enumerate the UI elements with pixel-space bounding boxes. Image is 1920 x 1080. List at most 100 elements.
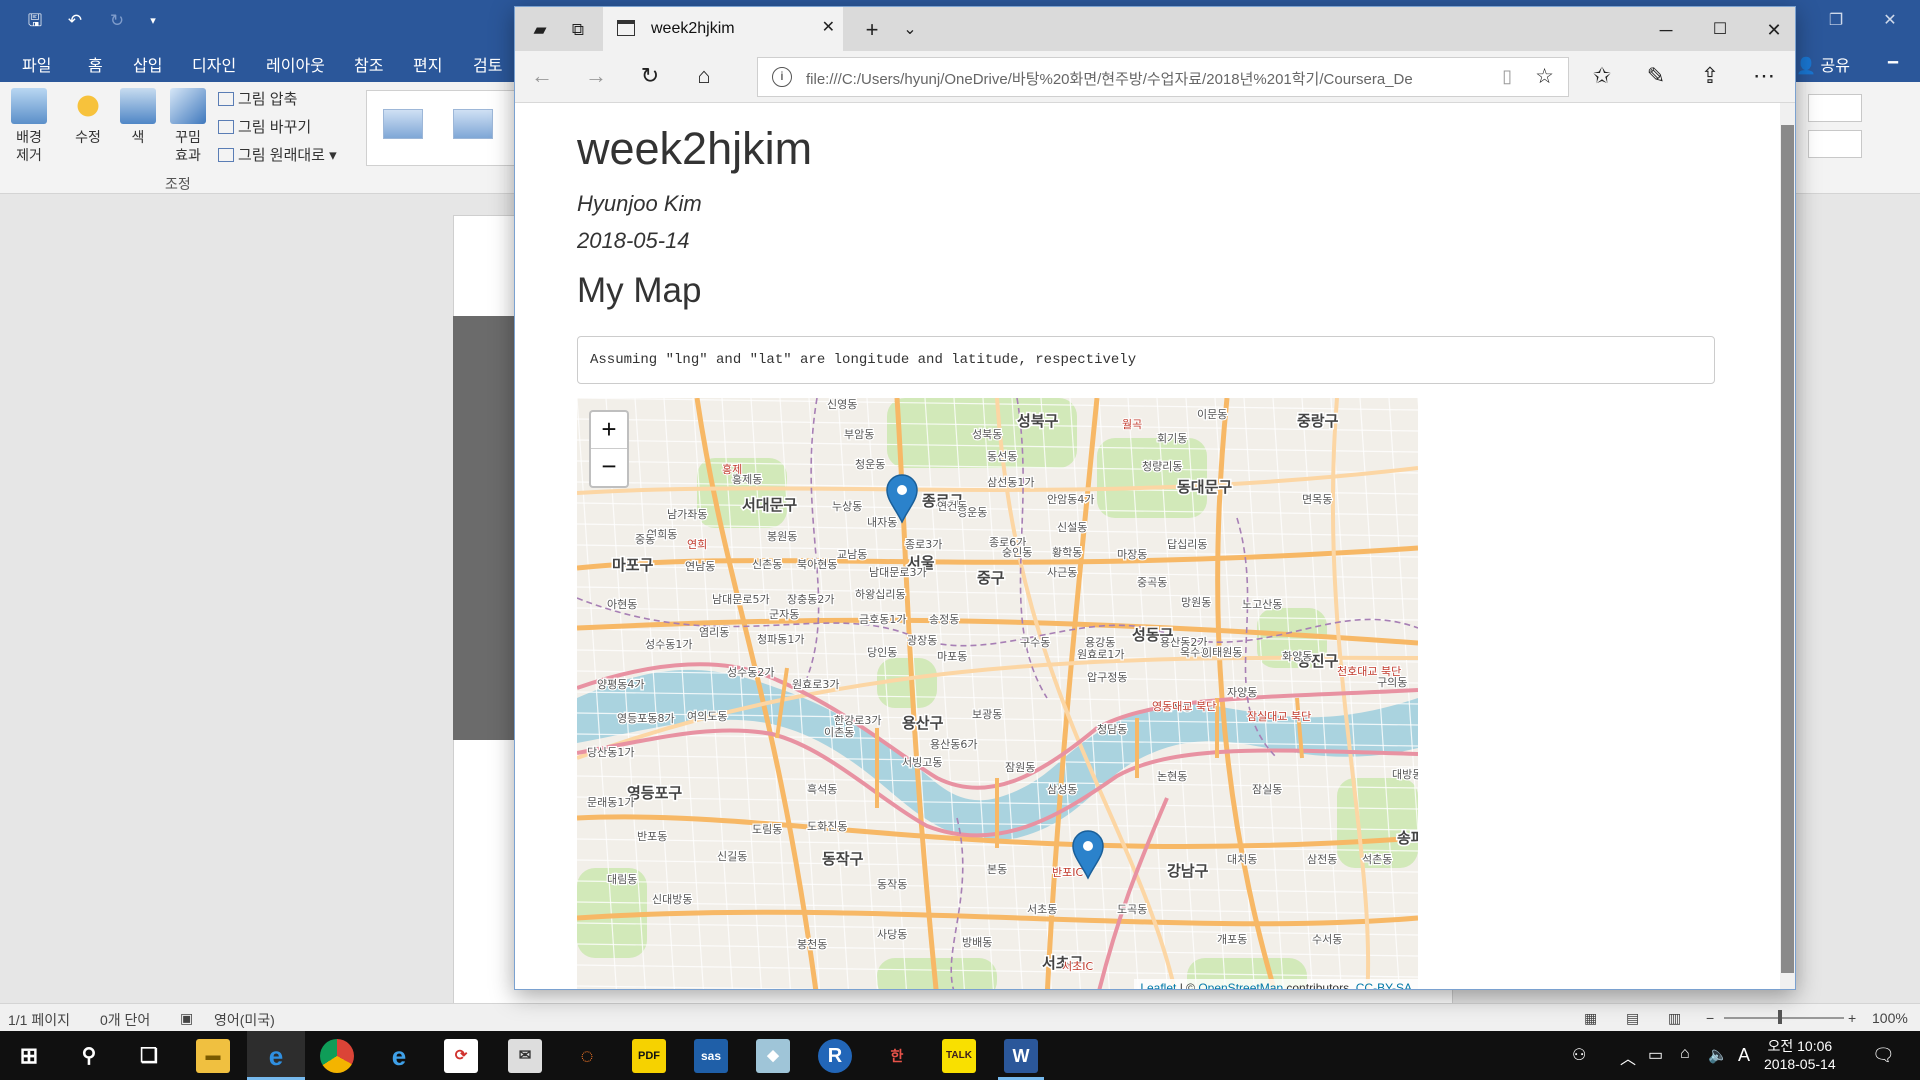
clock[interactable]: 오전 10:06 2018-05-14: [1764, 1037, 1836, 1073]
openstreetmap-link[interactable]: OpenStreetMap: [1198, 981, 1283, 989]
page-count[interactable]: 1/1 페이지: [8, 1010, 70, 1030]
task-view-icon[interactable]: ❏: [132, 1039, 166, 1073]
tab-review[interactable]: 검토: [473, 52, 502, 76]
share-button[interactable]: 👤 공유: [1796, 52, 1850, 76]
read-mode-icon[interactable]: ▦: [1584, 1010, 1597, 1027]
maximize-icon[interactable]: ☐: [1701, 11, 1739, 49]
picture-styles-gallery[interactable]: [366, 90, 516, 166]
color-button[interactable]: 색: [118, 88, 158, 146]
scrollbar-thumb[interactable]: [1781, 125, 1794, 973]
zoom-level[interactable]: 100%: [1872, 1010, 1908, 1026]
neighborhood-label: 중곡동: [1137, 576, 1167, 589]
width-field[interactable]: [1808, 130, 1862, 158]
hwp-icon[interactable]: 한: [880, 1039, 914, 1073]
set-aside-tabs-icon[interactable]: ⧉: [559, 11, 597, 49]
compress-pictures-button[interactable]: 그림 압축: [218, 88, 297, 109]
jupyter-icon[interactable]: ◌: [570, 1039, 604, 1073]
inserted-screenshot-image[interactable]: [453, 316, 519, 740]
pdf-app-icon[interactable]: PDF: [632, 1039, 666, 1073]
battery-icon[interactable]: ▭: [1648, 1045, 1663, 1065]
search-icon[interactable]: ⚲: [72, 1039, 106, 1073]
back-arrow-icon[interactable]: ←: [523, 57, 561, 95]
close-window-icon[interactable]: ✕: [1755, 11, 1793, 49]
print-layout-icon[interactable]: ▤: [1626, 1010, 1639, 1027]
web-layout-icon[interactable]: ▥: [1668, 1010, 1681, 1027]
file-explorer-icon[interactable]: ▬: [196, 1039, 230, 1073]
reading-view-icon[interactable]: ▯: [1502, 66, 1512, 87]
home-icon[interactable]: ⌂: [685, 57, 723, 95]
artistic-effects-button[interactable]: 꾸밈 효과: [166, 88, 210, 164]
more-menu-icon[interactable]: ⋯: [1745, 57, 1783, 95]
proofing-icon[interactable]: ▣: [180, 1010, 193, 1027]
tab-references[interactable]: 참조: [354, 52, 383, 76]
address-field[interactable]: i file:///C:/Users/hyunj/OneDrive/바탕%20화…: [757, 57, 1569, 97]
edge-icon[interactable]: e: [259, 1039, 293, 1073]
tab-design[interactable]: 디자인: [192, 52, 236, 76]
map-marker[interactable]: [1071, 830, 1105, 880]
language-label[interactable]: 영어(미국): [214, 1010, 275, 1030]
picture-style-thumb[interactable]: [383, 109, 423, 139]
map-tiles[interactable]: 성북구 중랑구동대문구서대문구 종로구마포구 서울중구성동구광진구용산구영등포구동작구…: [577, 398, 1418, 989]
people-icon[interactable]: ⚇: [1572, 1045, 1586, 1065]
share-icon[interactable]: ⇪: [1691, 57, 1729, 95]
info-icon[interactable]: i: [772, 67, 792, 87]
network-icon[interactable]: ⌂: [1680, 1045, 1690, 1063]
word-restore-icon[interactable]: ❐: [1816, 6, 1856, 36]
zoom-in-button[interactable]: +: [591, 412, 627, 449]
corrections-button[interactable]: 수정: [68, 88, 108, 146]
leaflet-map[interactable]: 성북구 중랑구 동대문구 서대문구 종로구 마포구 서울 중구 성동구 광진구 용산구 영등포구 동작구…: [577, 398, 1418, 989]
internet-explorer-icon[interactable]: e: [382, 1039, 416, 1073]
picture-style-thumb[interactable]: [453, 109, 493, 139]
tab-insert[interactable]: 삽입: [133, 52, 162, 76]
word-close-icon[interactable]: ✕: [1870, 6, 1910, 36]
undo-icon[interactable]: ↶: [62, 8, 88, 34]
change-picture-button[interactable]: 그림 바꾸기: [218, 116, 311, 137]
close-tab-icon[interactable]: ✕: [822, 17, 835, 37]
tray-expand-icon[interactable]: ︿: [1620, 1045, 1636, 1069]
ribbon-collapse-icon[interactable]: 🗕: [1880, 48, 1906, 74]
sas-icon[interactable]: sas: [694, 1039, 728, 1073]
word-icon[interactable]: W: [1004, 1039, 1038, 1073]
refresh-icon[interactable]: ↻: [631, 57, 669, 95]
tab-preview-chevron-down-icon[interactable]: ⌄: [891, 11, 929, 49]
chrome-icon[interactable]: [320, 1039, 354, 1073]
new-tab-icon[interactable]: +: [853, 11, 891, 49]
tab-file[interactable]: 파일: [22, 52, 51, 76]
district-label: 서대문구: [742, 496, 797, 514]
save-icon[interactable]: 🖫: [22, 8, 48, 34]
ime-indicator[interactable]: A: [1738, 1045, 1750, 1066]
r-icon[interactable]: R: [818, 1039, 852, 1073]
web-note-pen-icon[interactable]: ✎: [1637, 57, 1675, 95]
tab-mailings[interactable]: 편지: [413, 52, 442, 76]
zoom-out-icon[interactable]: −: [1706, 1010, 1714, 1026]
reset-picture-button[interactable]: 그림 원래대로 ▾: [218, 144, 337, 165]
kakaotalk-icon[interactable]: TALK: [942, 1039, 976, 1073]
tab-home[interactable]: 홈: [88, 52, 103, 76]
zoom-in-icon[interactable]: +: [1848, 1010, 1856, 1026]
neighborhood-label: 자양동: [1227, 686, 1257, 699]
notes-app-icon[interactable]: ◆: [756, 1039, 790, 1073]
sync-app-icon[interactable]: ⟳: [444, 1039, 478, 1073]
edge-tab[interactable]: week2hjkim ✕: [603, 7, 843, 51]
zoom-out-button[interactable]: −: [591, 449, 627, 486]
volume-icon[interactable]: 🔈: [1708, 1045, 1728, 1065]
favorite-star-icon[interactable]: ☆: [1535, 64, 1554, 89]
zoom-slider[interactable]: [1724, 1017, 1844, 1019]
map-marker[interactable]: [885, 474, 919, 524]
tabs-aside-icon[interactable]: ▰: [521, 11, 559, 49]
license-link[interactable]: CC-BY-SA: [1356, 981, 1412, 989]
height-field[interactable]: [1808, 94, 1862, 122]
leaflet-link[interactable]: Leaflet: [1140, 981, 1176, 989]
tab-layout[interactable]: 레이아웃: [266, 52, 325, 76]
minimize-icon[interactable]: ─: [1647, 11, 1685, 49]
forward-arrow-icon[interactable]: →: [577, 57, 615, 95]
zoom-slider-thumb[interactable]: [1778, 1010, 1782, 1024]
mail-icon[interactable]: ✉: [508, 1039, 542, 1073]
word-count[interactable]: 0개 단어: [100, 1010, 150, 1030]
windows-start-icon[interactable]: ⊞: [12, 1039, 46, 1073]
action-center-icon[interactable]: 🗨: [1872, 1045, 1895, 1066]
favorites-hub-icon[interactable]: ✩: [1583, 57, 1621, 95]
remove-background-button[interactable]: 배경 제거: [8, 88, 50, 164]
qat-customize-icon[interactable]: ▾: [140, 8, 166, 34]
redo-icon[interactable]: ↻: [104, 8, 130, 34]
